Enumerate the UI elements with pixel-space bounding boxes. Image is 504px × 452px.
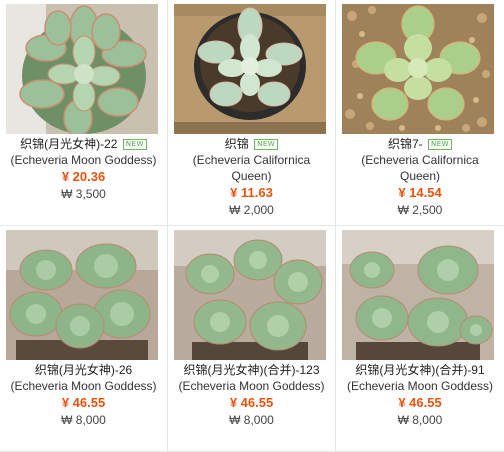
product-name[interactable]: 织锦(月光女神)-26 — [35, 363, 132, 377]
price-krw: ₩ 2,000 — [229, 203, 274, 217]
product-info: 织锦(月光女神)-26 (Echeveria Moon Goddess) ¥ 4… — [0, 362, 167, 428]
product-info: 织锦 NEW (Echeveria Californica Queen) ¥ 1… — [168, 136, 335, 218]
product-name[interactable]: 织锦(月光女神)-22 — [20, 137, 117, 151]
product-name[interactable]: 织锦(月光女神)(合并)-123 — [183, 363, 319, 377]
price-krw: ₩ 8,000 — [397, 413, 443, 427]
product-subtitle: (Echeveria Moon Goddess) — [346, 379, 494, 393]
product-image[interactable] — [174, 4, 326, 134]
product-info: 织锦(月光女神)(合并)-91 (Echeveria Moon Goddess)… — [336, 362, 504, 428]
new-badge: NEW — [122, 139, 147, 150]
product-grid: 织锦(月光女神)-22 NEW (Echeveria Moon Goddess)… — [0, 0, 504, 452]
price-cny: ¥ 46.55 — [229, 395, 274, 410]
product-subtitle: (Echeveria Moon Goddess) — [10, 379, 157, 393]
product-image[interactable] — [342, 4, 494, 134]
product-name[interactable]: 织锦7- — [388, 137, 423, 151]
price-krw: ₩ 8,000 — [229, 413, 274, 427]
product-subtitle: (Echeveria Californica — [361, 153, 479, 167]
price-cny: ¥ 46.55 — [398, 395, 442, 410]
succulent-rosette-photo-icon — [6, 4, 158, 134]
new-badge: NEW — [254, 139, 279, 150]
price-cny: ¥ 46.55 — [61, 395, 106, 410]
product-subtitle: (Echeveria Californica — [192, 153, 311, 167]
succulent-cluster-photo-icon — [174, 230, 326, 360]
product-image[interactable] — [6, 230, 158, 360]
new-badge: NEW — [427, 139, 453, 150]
product-subtitle-2: Queen) — [399, 169, 441, 183]
product-image[interactable] — [342, 230, 494, 360]
product-info: 织锦(月光女神)(合并)-123 (Echeveria Moon Goddess… — [168, 362, 335, 428]
product-image[interactable] — [6, 4, 158, 134]
product-card[interactable]: 织锦(月光女神)-26 (Echeveria Moon Goddess) ¥ 4… — [0, 226, 168, 452]
price-krw: ₩ 8,000 — [61, 413, 106, 427]
product-name[interactable]: 织锦(月光女神)(合并)-91 — [355, 363, 484, 377]
price-cny: ¥ 20.36 — [61, 169, 106, 184]
product-info: 织锦(月光女神)-22 NEW (Echeveria Moon Goddess)… — [0, 136, 167, 202]
succulent-cluster-photo-icon — [342, 230, 494, 360]
product-card[interactable]: 织锦(月光女神)(合并)-123 (Echeveria Moon Goddess… — [168, 226, 336, 452]
product-image[interactable] — [174, 230, 326, 360]
price-cny: ¥ 11.63 — [230, 185, 273, 200]
product-subtitle: (Echeveria Moon Goddess) — [10, 153, 157, 167]
price-cny: ¥ 14.54 — [398, 185, 442, 200]
product-subtitle: (Echeveria Moon Goddess) — [178, 379, 325, 393]
product-card[interactable]: 织锦 NEW (Echeveria Californica Queen) ¥ 1… — [168, 0, 336, 226]
product-card[interactable]: 织锦7- NEW (Echeveria Californica Queen) ¥… — [336, 0, 504, 226]
product-subtitle-2: Queen) — [231, 169, 272, 183]
product-info: 织锦7- NEW (Echeveria Californica Queen) ¥… — [336, 136, 504, 218]
product-card[interactable]: 织锦(月光女神)-22 NEW (Echeveria Moon Goddess)… — [0, 0, 168, 226]
price-krw: ₩ 3,500 — [61, 187, 106, 201]
succulent-pot-photo-icon — [174, 4, 326, 134]
price-krw: ₩ 2,500 — [397, 203, 443, 217]
product-card[interactable]: 织锦(月光女神)(合并)-91 (Echeveria Moon Goddess)… — [336, 226, 504, 452]
product-name[interactable]: 织锦 — [225, 137, 249, 151]
succulent-gravel-photo-icon — [342, 4, 494, 134]
succulent-cluster-photo-icon — [6, 230, 158, 360]
